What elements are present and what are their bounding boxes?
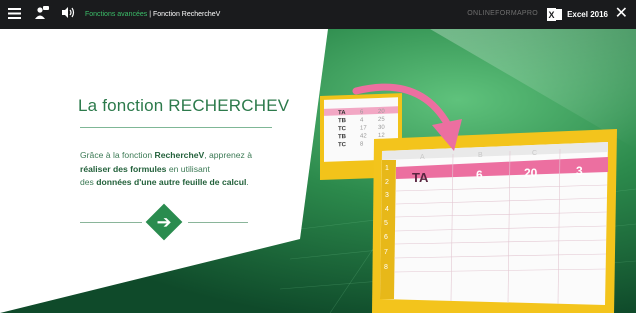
desc-text-1: Grâce à la fonction bbox=[80, 150, 155, 160]
nav-line-right bbox=[188, 222, 248, 223]
excel-icon: X bbox=[547, 8, 563, 21]
slide-description: Grâce à la fonction RechercheV, apprenez… bbox=[80, 149, 280, 190]
breadcrumb-section[interactable]: Fonctions avancées bbox=[85, 11, 147, 18]
desc-text-5: . bbox=[246, 177, 249, 187]
nav-line-left bbox=[80, 222, 142, 223]
breadcrumb: Fonctions avancées | Fonction RechercheV bbox=[85, 11, 220, 18]
close-icon[interactable]: ✕ bbox=[615, 5, 628, 23]
arrow-right-icon[interactable]: ➔ bbox=[152, 209, 176, 235]
app-version-label: Excel 2016 bbox=[567, 10, 608, 19]
brand-label: ONLINEFORMAPRO bbox=[467, 10, 538, 17]
svg-text:X: X bbox=[548, 10, 554, 20]
breadcrumb-page: Fonction RechercheV bbox=[152, 11, 221, 18]
slide-title: La fonction RECHERCHEV bbox=[78, 96, 290, 115]
desc-text-2: , apprenez à bbox=[204, 150, 252, 160]
desc-bold-2: réaliser des formules bbox=[80, 163, 167, 174]
audio-icon[interactable] bbox=[61, 6, 75, 24]
title-divider bbox=[80, 127, 272, 128]
desc-bold-1: RechercheV bbox=[154, 150, 205, 160]
slide: La fonction RECHERCHEV Grâce à la foncti… bbox=[0, 29, 636, 313]
desc-text-4: des bbox=[80, 177, 97, 187]
desc-bold-3: données d'une autre feuille de calcul bbox=[96, 177, 247, 187]
menu-icon[interactable] bbox=[8, 6, 21, 24]
top-bar: Fonctions avancées | Fonction RechercheV… bbox=[0, 0, 636, 29]
desc-text-3: en utilisant bbox=[166, 163, 210, 174]
trainer-icon[interactable] bbox=[35, 5, 49, 24]
